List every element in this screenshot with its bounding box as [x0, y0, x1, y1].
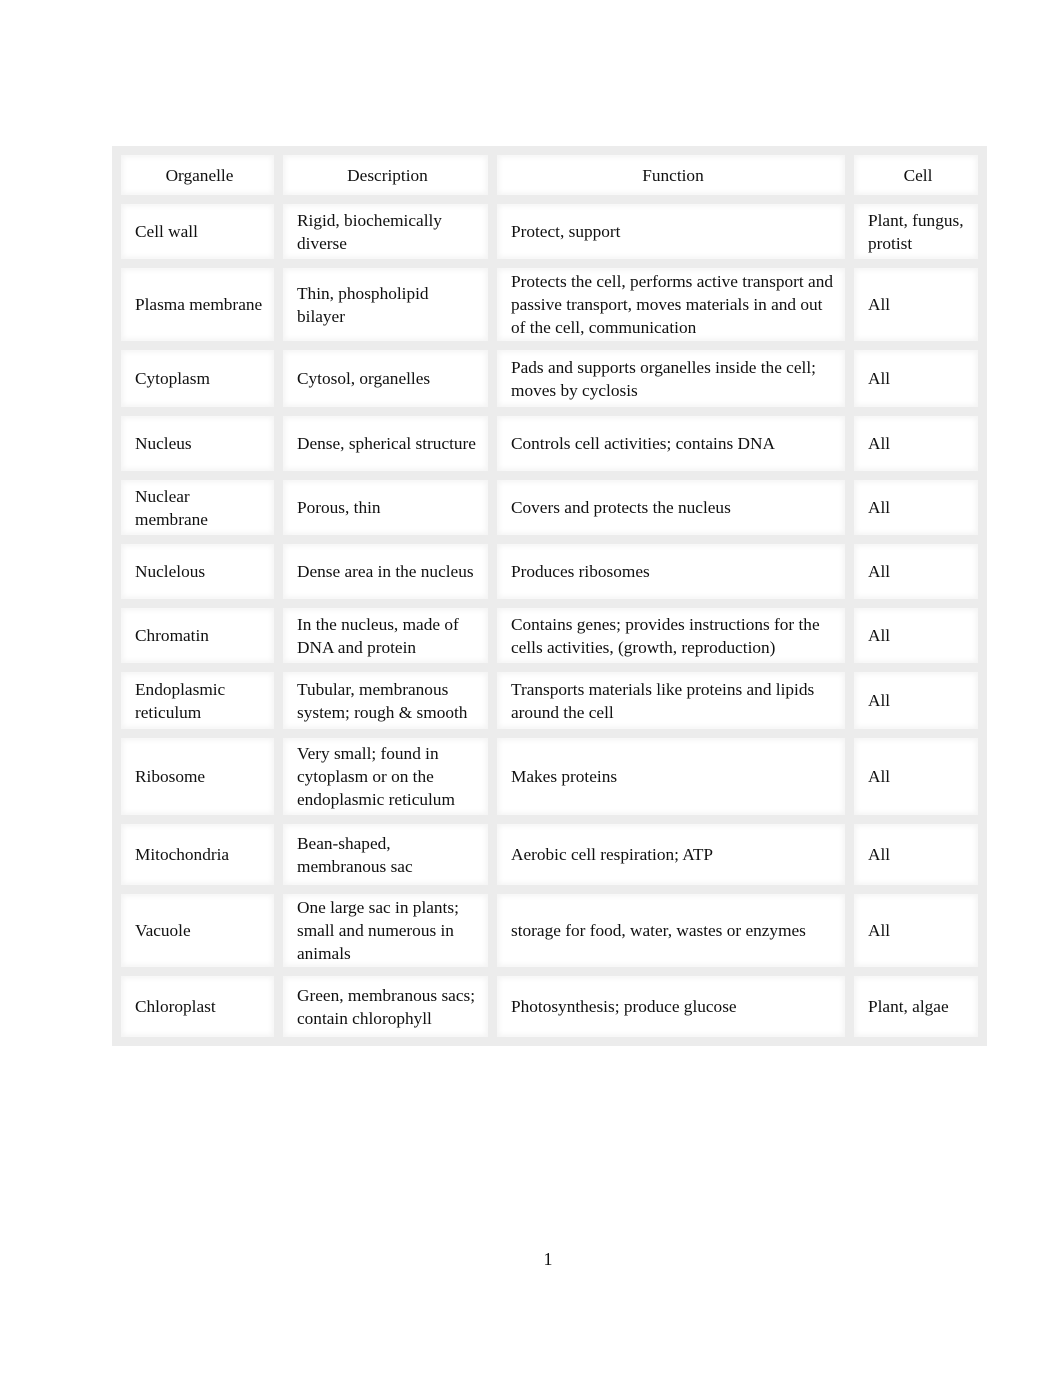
cell-organelle: Nucleus — [112, 407, 283, 480]
cell-cell: All — [845, 663, 987, 738]
cell-cell: All — [845, 815, 987, 894]
cell-description: Thin, phospholipid bilayer — [274, 259, 497, 350]
cell-organelle: Chromatin — [112, 599, 283, 672]
cell-function: Transports materials like proteins and l… — [488, 663, 854, 738]
cell-description: One large sac in plants; small and numer… — [274, 885, 497, 976]
cell-organelle: Cytoplasm — [112, 341, 283, 416]
cell-cell: All — [845, 407, 987, 480]
cell-cell: All — [845, 259, 987, 350]
organelle-table: Organelle Description Function Cell Cell… — [112, 146, 987, 1046]
cell-organelle: Mitochondria — [112, 815, 283, 894]
cell-cell: All — [845, 341, 987, 416]
cell-organelle: Chloroplast — [112, 967, 283, 1046]
cell-organelle: Ribosome — [112, 729, 283, 824]
table-row: Endoplasmic reticulum Tubular, membranous… — [112, 663, 987, 738]
cell-function: Protects the cell, performs active trans… — [488, 259, 854, 350]
cell-description: Dense area in the nucleus — [274, 535, 497, 608]
table-row: Plasma membrane Thin, phospholipid bilaye… — [112, 259, 987, 350]
cell-cell: Plant, fungus, protist — [845, 195, 987, 268]
cell-organelle: Vacuole — [112, 885, 283, 976]
organelle-table-container: Organelle Description Function Cell Cell… — [112, 146, 987, 1046]
cell-function: Produces ribosomes — [488, 535, 854, 608]
header-organelle: Organelle — [112, 146, 283, 204]
cell-description: Green, membranous sacs; contain chloroph… — [274, 967, 497, 1046]
cell-cell: All — [845, 471, 987, 544]
cell-description: Dense, spherical structure — [274, 407, 497, 480]
header-description: Description — [274, 146, 497, 204]
header-cell: Cell — [845, 146, 987, 204]
table-row: Ribosome Very small; found in cytoplasm o… — [112, 729, 987, 824]
cell-description: Cytosol, organelles — [274, 341, 497, 416]
cell-function: Pads and supports organelles inside the … — [488, 341, 854, 416]
cell-organelle: Nuclelous — [112, 535, 283, 608]
cell-organelle: Nuclear membrane — [112, 471, 283, 544]
page-number: 1 — [543, 1249, 553, 1269]
cell-function: Controls cell activities; contains DNA — [488, 407, 854, 480]
table-row: Nucleus Dense, spherical structure Control… — [112, 407, 987, 480]
table-row: Cytoplasm Cytosol, organelles Pads and sup… — [112, 341, 987, 416]
cell-description: In the nucleus, made of DNA and protein — [274, 599, 497, 672]
cell-cell: All — [845, 729, 987, 824]
cell-function: Aerobic cell respiration; ATP — [488, 815, 854, 894]
table-row: Vacuole One large sac in plants; small an… — [112, 885, 987, 976]
table-header-row: Organelle Description Function Cell — [112, 146, 987, 204]
cell-description: Tubular, membranous system; rough & smoo… — [274, 663, 497, 738]
cell-description: Bean-shaped, membranous sac — [274, 815, 497, 894]
cell-description: Rigid, biochemically diverse — [274, 195, 497, 268]
cell-function: Covers and protects the nucleus — [488, 471, 854, 544]
cell-cell: Plant, algae — [845, 967, 987, 1046]
cell-description: Very small; found in cytoplasm or on the… — [274, 729, 497, 824]
cell-organelle: Cell wall — [112, 195, 283, 268]
cell-function: Contains genes; provides instructions fo… — [488, 599, 854, 672]
cell-description: Porous, thin — [274, 471, 497, 544]
table-row: Nuclelous Dense area in the nucleus Produc… — [112, 535, 987, 608]
table-row: Chromatin In the nucleus, made of DNA and… — [112, 599, 987, 672]
cell-cell: All — [845, 599, 987, 672]
cell-function: Makes proteins — [488, 729, 854, 824]
cell-function: storage for food, water, wastes or enzym… — [488, 885, 854, 976]
table-row: Cell wall Rigid, biochemically diverse Pro… — [112, 195, 987, 268]
header-function: Function — [488, 146, 854, 204]
table-row: Mitochondria Bean-shaped, membranous sac A… — [112, 815, 987, 894]
cell-function: Photosynthesis; produce glucose — [488, 967, 854, 1046]
cell-cell: All — [845, 885, 987, 976]
table-row: Nuclear membrane Porous, thin Covers and p… — [112, 471, 987, 544]
cell-cell: All — [845, 535, 987, 608]
cell-organelle: Endoplasmic reticulum — [112, 663, 283, 738]
cell-organelle: Plasma membrane — [112, 259, 283, 350]
table-row: Chloroplast Green, membranous sacs; conta… — [112, 967, 987, 1046]
cell-function: Protect, support — [488, 195, 854, 268]
